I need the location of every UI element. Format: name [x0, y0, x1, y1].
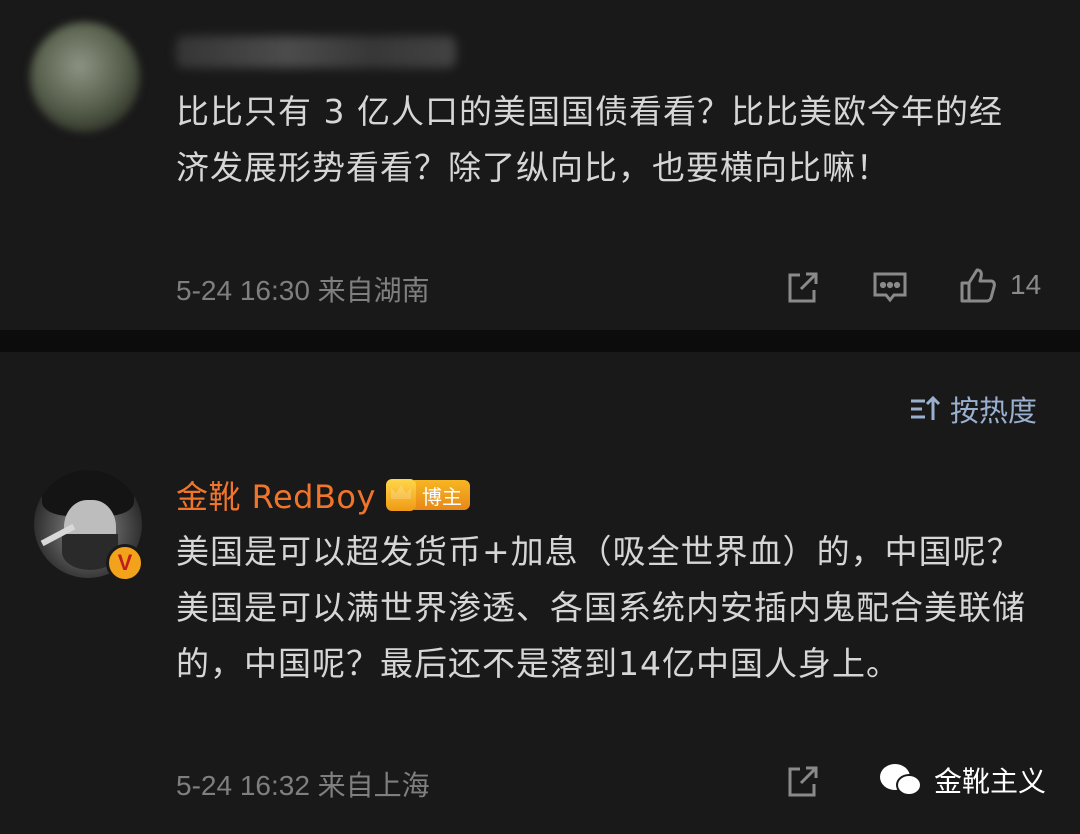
- author-name[interactable]: 金靴 RedBoy: [176, 472, 376, 518]
- blogger-badge: 博主: [385, 478, 470, 512]
- comment-text: 比比只有 3 亿人口的美国国债看看？比比美欧今年的经济发展形势看看？除了纵向比，…: [176, 92, 1003, 187]
- comment-icon[interactable]: [870, 268, 910, 308]
- verified-badge-icon: V: [106, 544, 144, 582]
- watermark-label: 金靴主义: [934, 765, 1047, 798]
- sort-label: 按热度: [950, 394, 1038, 428]
- wechat-icon: [880, 760, 924, 800]
- comment-meta: 5-24 16:32 来自上海: [176, 770, 430, 801]
- sort-button[interactable]: 按热度: [908, 388, 1037, 430]
- author-name-blurred[interactable]: [176, 36, 456, 68]
- author: 金靴 RedBoy 博主: [176, 472, 470, 518]
- blogger-badge-label: 博主: [413, 480, 470, 510]
- crown-icon: [385, 479, 416, 511]
- like-count: 14: [1010, 269, 1042, 300]
- sort-icon: [911, 395, 941, 420]
- share-icon[interactable]: [782, 762, 822, 802]
- comment-card: 比比只有 3 亿人口的美国国债看看？比比美欧今年的经济发展形势看看？除了纵向比，…: [0, 0, 1080, 330]
- divider: [0, 330, 1080, 352]
- like-icon[interactable]: [958, 266, 998, 306]
- share-icon[interactable]: [782, 268, 822, 308]
- watermark: 金靴主义: [880, 760, 1046, 800]
- comment-meta: 5-24 16:30 来自湖南: [176, 275, 430, 306]
- comment-text: 美国是可以超发货币+加息（吸全世界血）的，中国呢？美国是可以满世界渗透、各国系统…: [176, 532, 1026, 683]
- avatar[interactable]: [30, 22, 140, 132]
